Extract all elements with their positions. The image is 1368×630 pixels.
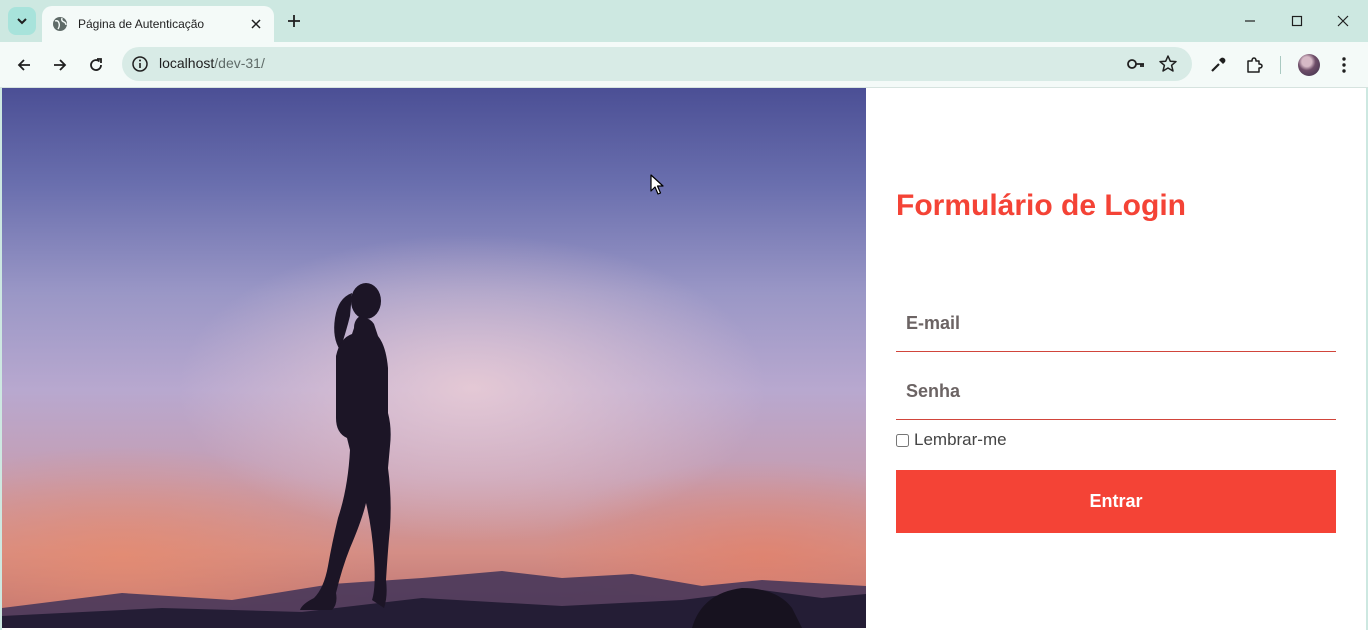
window-close-button[interactable] [1333, 11, 1353, 31]
silhouette-landscape [2, 283, 866, 628]
eyedropper-icon [1211, 57, 1226, 72]
url-path: /dev-31/ [214, 55, 265, 71]
minimize-button[interactable] [1240, 11, 1260, 31]
url-host: localhost [159, 55, 215, 71]
toolbar-separator [1280, 56, 1281, 74]
email-field-wrapper [896, 296, 1336, 352]
forward-arrow-icon [54, 59, 67, 71]
remember-me[interactable]: Lembrar-me [896, 430, 1007, 450]
tab-search-button[interactable] [8, 7, 36, 35]
info-icon[interactable] [131, 55, 149, 73]
chevron-down-icon [17, 18, 27, 25]
email-input[interactable] [896, 296, 1336, 351]
hero-image [2, 88, 866, 628]
puzzle-icon [1247, 57, 1263, 73]
browser-toolbar: localhost/dev-31/ [0, 42, 1368, 88]
key-icon[interactable] [1126, 55, 1146, 73]
new-tab-button[interactable] [284, 11, 304, 31]
maximize-button[interactable] [1287, 11, 1307, 31]
submit-button[interactable]: Entrar [896, 470, 1336, 533]
kebab-menu-icon [1342, 57, 1346, 73]
password-input[interactable] [896, 364, 1336, 419]
tab-close-button[interactable] [248, 16, 264, 32]
star-icon[interactable] [1158, 54, 1178, 74]
profile-avatar[interactable] [1298, 54, 1320, 76]
plus-icon [288, 15, 300, 27]
remember-me-checkbox[interactable] [896, 433, 909, 447]
browser-tab-bar: Página de Autenticação [0, 0, 1368, 42]
close-icon [251, 19, 261, 29]
back-arrow-icon [17, 59, 30, 71]
login-form: Formulário de Login Lembrar-me Entrar [896, 88, 1336, 628]
close-icon [1337, 15, 1349, 27]
globe-icon [53, 17, 67, 31]
reload-icon [90, 58, 102, 71]
url-text: localhost/dev-31/ [159, 55, 265, 71]
reload-button[interactable] [85, 54, 107, 76]
maximize-icon [1291, 15, 1303, 27]
minimize-icon [1245, 20, 1255, 22]
mouse-pointer-icon [650, 174, 664, 195]
back-button[interactable] [13, 54, 35, 76]
extensions-button[interactable] [1243, 54, 1265, 76]
browser-tab-active[interactable]: Página de Autenticação [42, 6, 274, 42]
browser-menu-button[interactable] [1333, 54, 1355, 76]
password-field-wrapper [896, 364, 1336, 420]
address-bar[interactable]: localhost/dev-31/ [122, 47, 1192, 81]
form-title: Formulário de Login [896, 189, 1186, 222]
remember-me-label: Lembrar-me [914, 430, 1007, 449]
tab-title: Página de Autenticação [78, 17, 205, 31]
forward-button[interactable] [49, 54, 71, 76]
page-content: Formulário de Login Lembrar-me Entrar [2, 88, 1366, 628]
eyedropper-button[interactable] [1207, 54, 1229, 76]
